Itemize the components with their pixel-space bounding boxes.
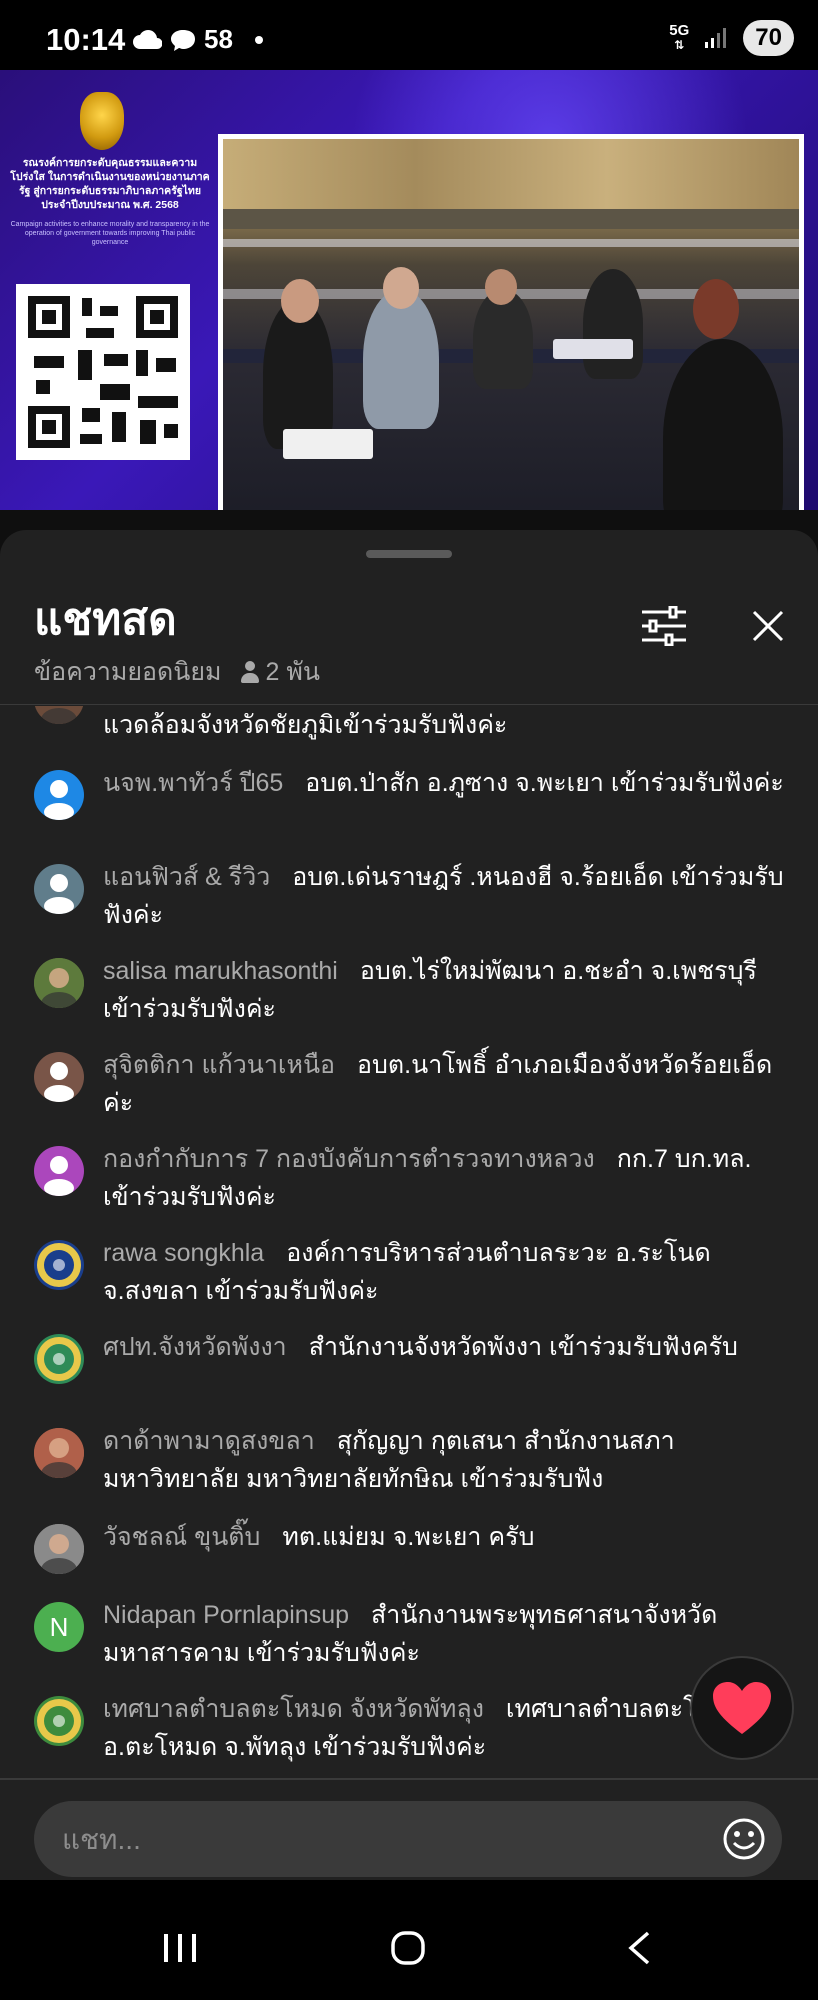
chat-message-list[interactable]: Autchara Rakngamjaiสำนักงานทรัพยากรธรรมช… <box>0 706 818 1770</box>
chat-input-box[interactable] <box>34 1801 782 1879</box>
avatar[interactable] <box>34 864 84 914</box>
heart-icon <box>713 1682 771 1734</box>
chat-message-text: สำนักงานจังหวัดพังงา เข้าร่วมรับฟังครับ <box>308 1333 738 1361</box>
qr-code <box>16 284 190 460</box>
live-chat-panel: แชทสด ข้อความยอดนิยม 2 พัน Autchara Rakn… <box>0 530 818 2000</box>
avatar[interactable] <box>34 1240 84 1290</box>
chat-input[interactable] <box>60 1801 684 1879</box>
system-navigation-bar <box>0 1880 818 2000</box>
person-icon <box>240 661 260 683</box>
campaign-subtitle: Campaign activities to enhance morality … <box>10 221 210 246</box>
viewer-count: 2 พัน <box>240 652 320 692</box>
emoji-icon[interactable] <box>722 1817 766 1861</box>
avatar[interactable]: N <box>34 1602 84 1652</box>
avatar[interactable] <box>34 958 84 1008</box>
chat-filter-label[interactable]: ข้อความยอดนิยม <box>34 652 222 692</box>
chat-bubble-icon <box>171 29 195 51</box>
close-icon[interactable] <box>748 606 788 646</box>
royal-emblem <box>80 92 124 150</box>
chat-title: แชทสด <box>34 595 177 644</box>
chat-message-text: อบต.ป่าสัก อ.ภูซาง จ.พะเยา เข้าร่วมรับฟั… <box>305 769 784 797</box>
battery-indicator: 70 <box>743 20 794 56</box>
recents-icon[interactable] <box>162 1932 198 1964</box>
video-player[interactable]: รณรงค์การยกระดับคุณธรรมและความโปร่งใส ใน… <box>0 70 818 510</box>
campaign-title: รณรงค์การยกระดับคุณธรรมและความโปร่งใส ใน… <box>10 157 210 211</box>
clock: 10:14 <box>46 22 126 57</box>
chat-author[interactable]: เทศบาลตำบลตะโหมด จังหวัดพัทลุง <box>103 1695 484 1723</box>
home-icon[interactable] <box>390 1930 426 1966</box>
chat-author[interactable]: ศปท.จังหวัดพังงา <box>103 1333 287 1361</box>
status-bar: 10:14 58 5G ⇅ 70 <box>0 0 818 70</box>
avatar[interactable] <box>34 1428 84 1478</box>
avatar[interactable] <box>34 1146 84 1196</box>
chat-author[interactable]: วัจชลณ์ ขุนติ๊บ <box>103 1523 260 1551</box>
notification-count: 58 <box>204 24 233 54</box>
chat-message-text: สำนักงานทรัพยากรธรรมชาติและสิ่งแวดล้อมจั… <box>103 711 508 739</box>
drag-handle[interactable] <box>366 550 452 558</box>
system-status: 5G ⇅ 70 <box>669 20 794 56</box>
chat-author[interactable]: นจพ.พาทัวร์ ปี65 <box>103 769 283 797</box>
heart-reaction-button[interactable] <box>690 1656 794 1760</box>
dot-indicator <box>254 35 263 44</box>
chat-author[interactable]: สุจิตติกา แก้วนาเหนือ <box>103 1051 335 1079</box>
tune-icon[interactable] <box>640 606 688 646</box>
chat-author[interactable]: แอนฟิวส์ & รีวิว <box>103 863 270 891</box>
avatar[interactable] <box>34 1052 84 1102</box>
avatar[interactable] <box>34 706 84 724</box>
avatar[interactable] <box>34 770 84 820</box>
avatar[interactable] <box>34 1696 84 1746</box>
network-indicator: 5G ⇅ <box>669 22 690 52</box>
conference-video-frame <box>218 134 804 510</box>
chat-author[interactable]: กองกำกับการ 7 กองบังคับการตำรวจทางหลวง <box>103 1145 595 1173</box>
cloud-icon <box>133 29 162 49</box>
chat-author[interactable]: rawa songkhla <box>103 1239 264 1267</box>
avatar[interactable] <box>34 1334 84 1384</box>
chat-author[interactable]: salisa marukhasonthi <box>103 957 338 985</box>
chat-author[interactable]: Nidapan Pornlapinsup <box>103 1601 349 1629</box>
notification-icons: 58 <box>132 24 263 55</box>
signal-icon <box>705 28 727 48</box>
avatar[interactable] <box>34 1524 84 1574</box>
chat-message-text: ทต.แม่ยม จ.พะเยา ครับ <box>282 1523 535 1551</box>
chat-author[interactable]: ดาด้าพามาดูสงขลา <box>103 1427 315 1455</box>
back-icon[interactable] <box>626 1930 652 1966</box>
chat-subheader: ข้อความยอดนิยม 2 พัน <box>34 652 320 692</box>
